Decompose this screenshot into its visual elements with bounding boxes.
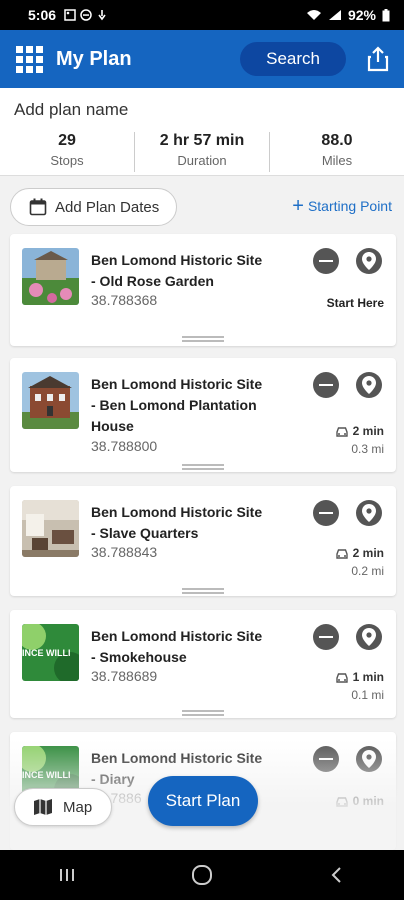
status-time: 5:06 (28, 7, 57, 23)
system-nav-bar (0, 850, 404, 900)
stop-title: Ben Lomond Historic Site - Old Rose Garde… (91, 252, 263, 289)
stop-card[interactable]: Ben Lomond Historic Site - Slave Quarters… (10, 486, 396, 596)
location-pin-icon[interactable] (356, 746, 382, 772)
battery-percent: 92% (347, 7, 376, 23)
car-icon (335, 672, 348, 683)
stop-title: Ben Lomond Historic Site - Ben Lomond Pla… (91, 376, 263, 434)
start-plan-button[interactable]: Start Plan (148, 776, 258, 826)
drag-handle[interactable] (182, 588, 224, 594)
drag-handle[interactable] (182, 464, 224, 470)
thumbnail-text: INCE WILLI (22, 770, 71, 780)
stat-label: Miles (321, 153, 353, 168)
back-icon[interactable] (317, 860, 357, 890)
stop-title: Ben Lomond Historic Site - Smokehouse (91, 628, 263, 665)
stop-card[interactable]: INCE WILLI Ben Lomond Historic Site - Smo… (10, 610, 396, 718)
recent-apps-icon[interactable] (47, 860, 87, 890)
app-bar: My Plan Search (0, 30, 404, 88)
signal-icon (328, 10, 341, 20)
status-bar: 5:06 92% (0, 0, 404, 30)
location-pin-icon[interactable] (356, 500, 382, 526)
stat-miles: 88.0 Miles (270, 132, 404, 172)
stop-coordinate: 38.788843 (91, 544, 158, 560)
drive-distance: 0.2 mi (351, 564, 384, 578)
drag-handle[interactable] (182, 710, 224, 716)
plan-summary: Add plan name 29 Stops 2 hr 57 min Durat… (0, 88, 404, 176)
stat-label: Stops (50, 153, 84, 168)
search-button[interactable]: Search (240, 42, 346, 76)
drag-handle[interactable] (182, 336, 224, 342)
stop-coordinate: 38.788800 (91, 438, 158, 454)
stat-value: 29 (58, 132, 76, 149)
share-icon[interactable] (366, 46, 390, 72)
status-notification-icons (64, 9, 108, 21)
stop-coordinate: 38.788689 (91, 668, 158, 684)
stop-coordinate: 38.788368 (91, 292, 158, 308)
drive-distance: 0.3 mi (351, 442, 384, 456)
stat-duration: 2 hr 57 min Duration (135, 132, 270, 172)
stat-stops: 29 Stops (0, 132, 135, 172)
add-plan-dates-label: Add Plan Dates (55, 198, 160, 216)
drive-time: 0 min (335, 794, 384, 808)
home-icon[interactable] (182, 860, 222, 890)
car-icon (335, 548, 348, 559)
starting-point-link[interactable]: + Starting Point (292, 195, 392, 217)
plan-name-field[interactable]: Add plan name (14, 100, 128, 120)
drive-distance: 0.1 mi (351, 688, 384, 702)
remove-stop-button[interactable] (313, 746, 339, 772)
stop-card[interactable]: Ben Lomond Historic Site - Old Rose Garde… (10, 234, 396, 346)
wifi-icon (306, 10, 321, 20)
remove-stop-button[interactable] (313, 248, 339, 274)
location-pin-icon[interactable] (356, 624, 382, 650)
stop-thumbnail: INCE WILLI (22, 624, 79, 681)
stop-thumbnail (22, 372, 79, 429)
stat-value: 2 hr 57 min (159, 132, 245, 149)
stop-card[interactable]: Ben Lomond Historic Site - Ben Lomond Pla… (10, 358, 396, 472)
stop-thumbnail (22, 500, 79, 557)
map-label: Map (63, 798, 93, 816)
notification-icon (98, 10, 106, 21)
stop-title: Ben Lomond Historic Site - Slave Quarters (91, 504, 263, 541)
remove-stop-button[interactable] (313, 372, 339, 398)
stop-thumbnail (22, 248, 79, 305)
stat-label: Duration (177, 153, 227, 168)
drive-time: 1 min (335, 670, 384, 684)
thumbnail-text: INCE WILLI (22, 648, 71, 658)
location-pin-icon[interactable] (356, 248, 382, 274)
starting-point-label: Starting Point (307, 198, 392, 214)
start-here-label: Start Here (326, 296, 384, 310)
remove-stop-button[interactable] (313, 500, 339, 526)
plan-stats: 29 Stops 2 hr 57 min Duration 88.0 Miles (0, 132, 404, 172)
plus-icon: + (292, 195, 304, 217)
apps-grid-icon[interactable] (14, 44, 44, 74)
calendar-icon (29, 198, 47, 216)
map-icon (34, 799, 52, 815)
remove-stop-button[interactable] (313, 624, 339, 650)
image-icon (64, 9, 76, 21)
battery-icon (382, 8, 390, 21)
drive-time: 2 min (335, 424, 384, 438)
dnd-icon (80, 9, 92, 21)
car-icon (335, 426, 348, 437)
page-title: My Plan (56, 47, 132, 70)
stat-value: 88.0 (321, 132, 353, 149)
drive-time: 2 min (335, 546, 384, 560)
map-button[interactable]: Map (14, 788, 112, 826)
location-pin-icon[interactable] (356, 372, 382, 398)
add-plan-dates-button[interactable]: Add Plan Dates (10, 188, 177, 226)
car-icon (335, 796, 348, 807)
